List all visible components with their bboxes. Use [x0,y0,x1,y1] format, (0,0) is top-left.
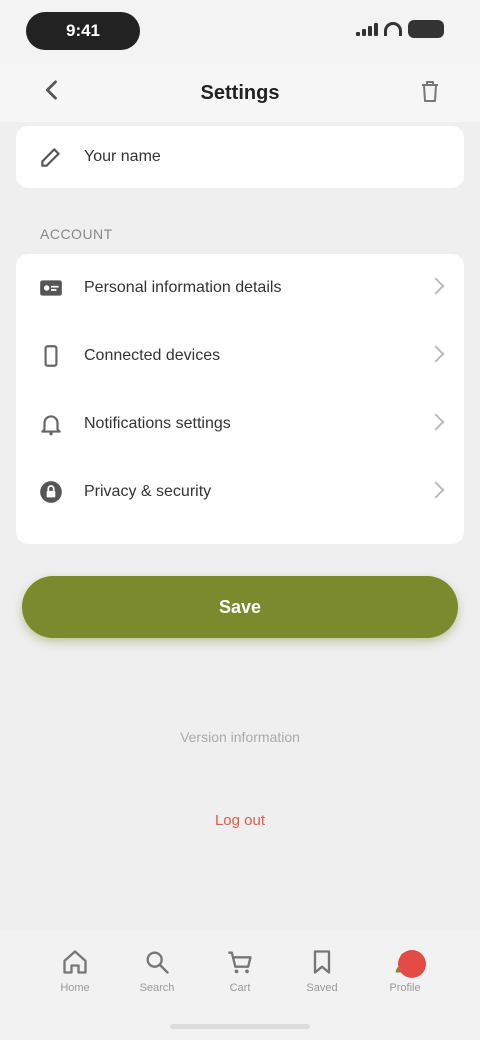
battery-icon [408,20,444,38]
save-button[interactable]: Save [22,576,458,638]
list-item-label: Privacy & security [84,483,212,500]
cart-icon [228,951,252,974]
chevron-right-icon [427,277,445,295]
tab-label: Profile [389,982,421,994]
chevron-right-icon [427,481,445,499]
tab-label: Search [139,982,175,994]
trash-icon[interactable] [418,78,442,104]
tab-label: Saved [306,982,338,994]
logout-link[interactable]: Log out [0,812,480,829]
home-icon [63,950,87,974]
chevron-right-icon [427,413,445,431]
bookmark-icon [313,950,331,974]
tab-saved[interactable]: Saved [287,948,357,1018]
tab-search[interactable]: Search [122,948,192,1018]
tab-label: Home [60,982,90,994]
list-item-label: Personal information details [84,279,282,296]
status-icons [356,20,444,38]
list-item-label: Notifications settings [84,415,231,432]
edit-icon [41,148,60,167]
tab-home[interactable]: Home [40,948,110,1018]
device-icon [44,345,58,367]
notification-badge [398,950,426,978]
list-item[interactable]: Personal information details [16,254,464,322]
tab-label: Cart [229,982,251,994]
wifi-icon [384,22,402,36]
settings-list: Personal information details Connected d… [16,254,464,544]
name-row-label: Your name [84,148,161,165]
nav-bar: Settings [0,64,480,122]
tab-profile[interactable]: Profile [370,948,440,1018]
page-title: Settings [200,82,280,104]
list-item[interactable]: Connected devices [16,322,464,390]
bell-icon [41,415,61,436]
status-time: 9:41 [26,12,140,50]
version-text: Version information [180,729,300,745]
list-item[interactable]: Privacy & security [16,458,464,526]
search-icon [146,951,169,974]
chevron-right-icon [427,345,445,363]
lock-icon [40,481,62,503]
signal-icon [356,22,378,36]
list-item[interactable]: Notifications settings [16,390,464,458]
home-indicator [170,1024,310,1029]
list-item-label: Connected devices [84,347,221,364]
name-row[interactable]: Your name [16,126,464,188]
status-bar: 9:41 [0,0,480,64]
section-title: ACCOUNT [40,226,113,242]
id-card-icon [40,280,62,296]
tab-cart[interactable]: Cart [205,948,275,1018]
